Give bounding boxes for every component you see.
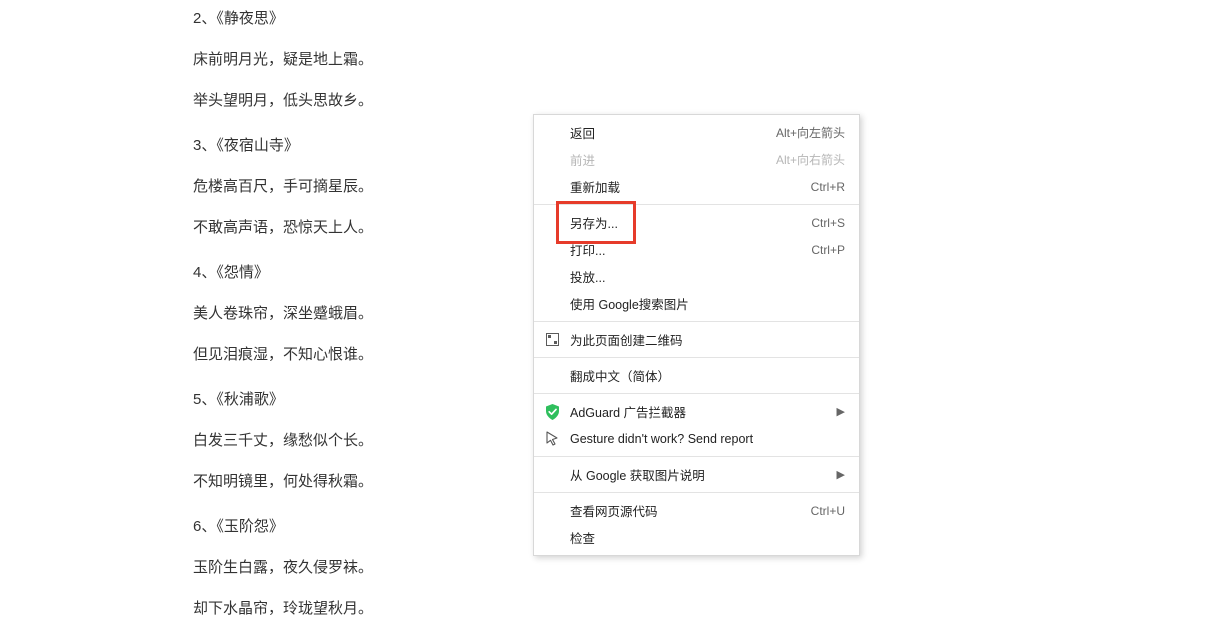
menu-item-search-image[interactable]: 使用 Google搜索图片 (534, 290, 859, 317)
poem-line: 举头望明月，低头思故乡。 (193, 90, 1222, 111)
menu-item-back[interactable]: 返回 Alt+向左箭头 (534, 119, 859, 146)
submenu-chevron-icon: ▶ (837, 468, 845, 481)
menu-label: 查看网页源代码 (570, 501, 801, 520)
qr-code-icon (534, 333, 570, 346)
menu-label: AdGuard 广告拦截器 (570, 402, 827, 421)
menu-label: 前进 (570, 150, 766, 169)
menu-item-gesture-report[interactable]: Gesture didn't work? Send report (534, 425, 859, 452)
menu-label: 打印... (570, 240, 801, 259)
menu-item-print[interactable]: 打印... Ctrl+P (534, 236, 859, 263)
menu-shortcut: Alt+向左箭头 (776, 124, 845, 141)
menu-shortcut: Ctrl+R (811, 180, 845, 194)
menu-item-cast[interactable]: 投放... (534, 263, 859, 290)
menu-separator (534, 393, 859, 394)
poem-line: 床前明月光，疑是地上霜。 (193, 49, 1222, 70)
menu-label: 使用 Google搜索图片 (570, 294, 845, 313)
menu-label: 重新加载 (570, 177, 801, 196)
menu-shortcut: Ctrl+P (811, 243, 845, 257)
menu-separator (534, 204, 859, 205)
context-menu: 返回 Alt+向左箭头 前进 Alt+向右箭头 重新加载 Ctrl+R 另存为.… (533, 114, 860, 556)
menu-item-save-as[interactable]: 另存为... Ctrl+S (534, 209, 859, 236)
menu-item-inspect[interactable]: 检查 (534, 524, 859, 551)
menu-item-reload[interactable]: 重新加载 Ctrl+R (534, 173, 859, 200)
menu-label: Gesture didn't work? Send report (570, 432, 845, 446)
menu-item-create-qr[interactable]: 为此页面创建二维码 (534, 326, 859, 353)
menu-shortcut: Ctrl+S (811, 216, 845, 230)
menu-label: 返回 (570, 123, 766, 142)
menu-item-adguard[interactable]: AdGuard 广告拦截器 ▶ (534, 398, 859, 425)
menu-shortcut: Alt+向右箭头 (776, 151, 845, 168)
menu-item-google-image-desc[interactable]: 从 Google 获取图片说明 ▶ (534, 461, 859, 488)
menu-label: 翻成中文（简体） (570, 366, 845, 385)
menu-separator (534, 492, 859, 493)
menu-separator (534, 456, 859, 457)
poem-line: 却下水晶帘，玲珑望秋月。 (193, 598, 1222, 619)
menu-label: 从 Google 获取图片说明 (570, 465, 827, 484)
menu-shortcut: Ctrl+U (811, 504, 845, 518)
menu-label: 投放... (570, 267, 845, 286)
poem-title-2: 2、《静夜思》 (193, 8, 1222, 29)
menu-label: 另存为... (570, 213, 801, 232)
menu-item-translate[interactable]: 翻成中文（简体） (534, 362, 859, 389)
menu-label: 检查 (570, 528, 845, 547)
submenu-chevron-icon: ▶ (837, 405, 845, 418)
poem-line: 玉阶生白露，夜久侵罗袜。 (193, 557, 1222, 578)
menu-item-view-source[interactable]: 查看网页源代码 Ctrl+U (534, 497, 859, 524)
menu-label: 为此页面创建二维码 (570, 330, 845, 349)
menu-item-forward: 前进 Alt+向右箭头 (534, 146, 859, 173)
cursor-icon (534, 431, 570, 446)
shield-icon (534, 404, 570, 420)
menu-separator (534, 357, 859, 358)
menu-separator (534, 321, 859, 322)
